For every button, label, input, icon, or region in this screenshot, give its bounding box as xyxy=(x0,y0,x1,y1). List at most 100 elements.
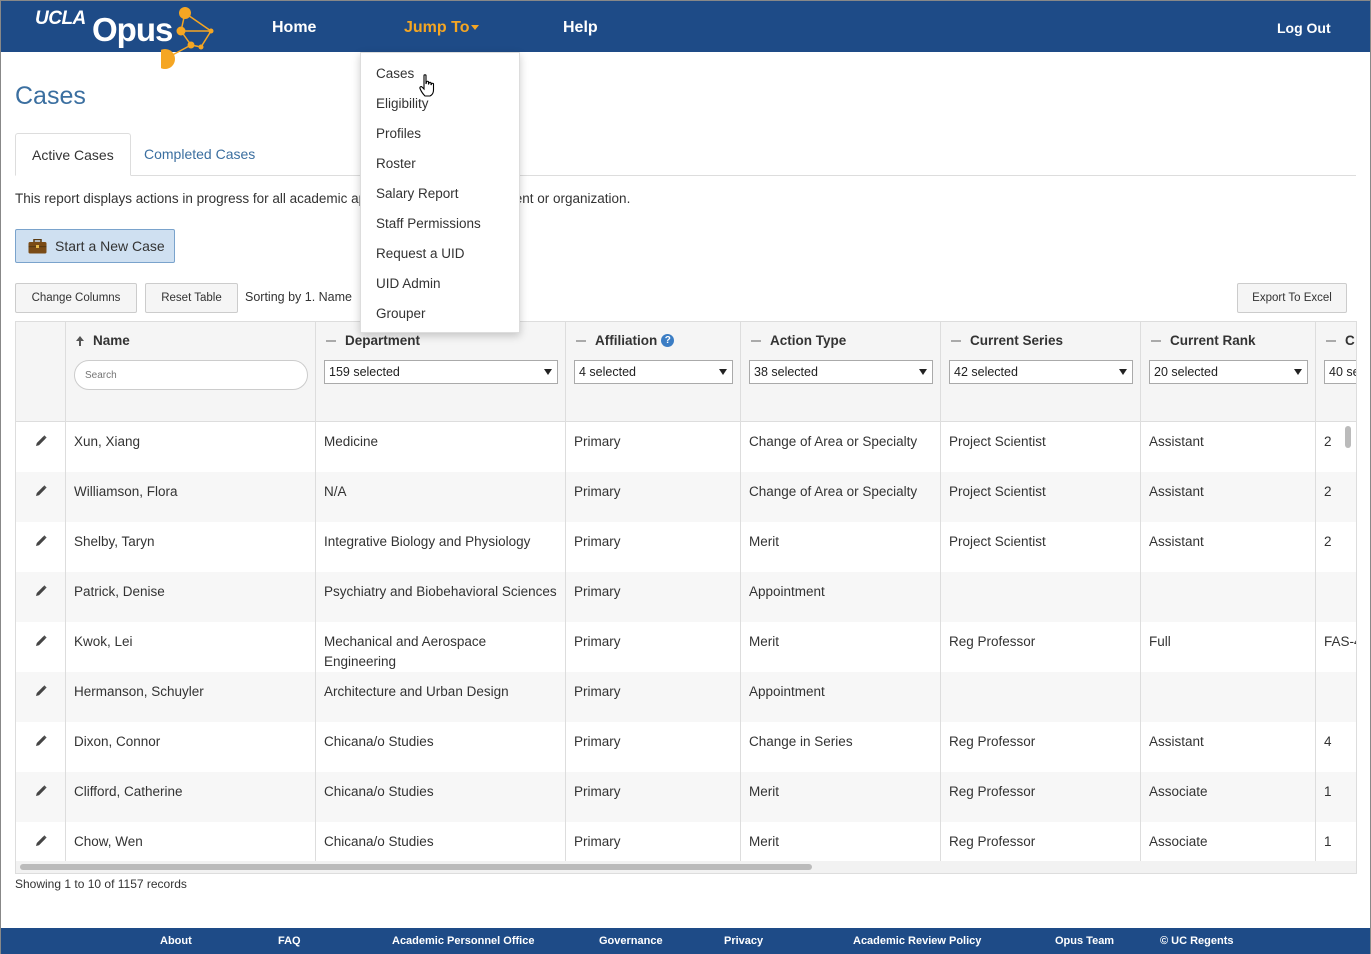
cell-action: Appointment xyxy=(741,672,941,722)
opus-logo[interactable]: UCLA Opus xyxy=(35,5,225,75)
column-header-partial[interactable]: C 40 se xyxy=(1316,322,1357,421)
edit-pencil-icon[interactable] xyxy=(16,722,66,772)
menu-item-roster[interactable]: Roster xyxy=(361,154,519,184)
menu-item-profiles[interactable]: Profiles xyxy=(361,124,519,154)
cell-name: Dixon, Connor xyxy=(66,722,316,772)
footer-link-privacy[interactable]: Privacy xyxy=(724,935,763,947)
cell-rank: Associate xyxy=(1141,772,1316,822)
cell-name: Xun, Xiang xyxy=(66,422,316,472)
cell-action: Change of Area or Specialty xyxy=(741,422,941,472)
current-rank-filter-select[interactable]: 20 selected xyxy=(1149,360,1308,384)
column-header-current-rank[interactable]: Current Rank 20 selected xyxy=(1141,322,1316,421)
table-row: Williamson, Flora N/A Primary Change of Are… xyxy=(16,472,1356,522)
cell-extra: 1 xyxy=(1324,784,1332,799)
menu-item-cases[interactable]: Cases xyxy=(361,64,519,94)
cell-action: Appointment xyxy=(741,572,941,622)
cell-rank: Assistant xyxy=(1141,522,1316,572)
cell-affiliation: Primary xyxy=(566,472,741,522)
cell-affiliation: Primary xyxy=(566,622,741,672)
export-to-excel-button[interactable]: Export To Excel xyxy=(1237,283,1347,313)
column-header-action-type[interactable]: Action Type 38 selected xyxy=(741,322,941,421)
edit-pencil-icon[interactable] xyxy=(16,622,66,672)
column-title-current-rank: Current Rank xyxy=(1170,333,1256,348)
nav-help[interactable]: Help xyxy=(563,19,598,37)
cell-series: Project Scientist xyxy=(941,422,1141,472)
edit-pencil-icon[interactable] xyxy=(16,472,66,522)
edit-pencil-icon[interactable] xyxy=(16,522,66,572)
cell-rank: Assistant xyxy=(1141,422,1316,472)
action-type-filter-select[interactable]: 38 selected xyxy=(749,360,933,384)
footer-link-opus-team[interactable]: Opus Team xyxy=(1055,935,1114,947)
horizontal-scrollbar[interactable] xyxy=(16,861,1356,873)
cell-name: Shelby, Taryn xyxy=(66,522,316,572)
cell-department: Integrative Biology and Physiology xyxy=(316,522,566,572)
horizontal-scrollbar-thumb[interactable] xyxy=(20,864,812,870)
cell-extra xyxy=(1316,572,1356,622)
menu-item-grouper[interactable]: Grouper xyxy=(361,304,519,334)
cell-department: Mechanical and Aerospace Engineering xyxy=(316,622,566,672)
briefcase-icon xyxy=(28,238,47,253)
edit-pencil-icon[interactable] xyxy=(16,422,66,472)
cell-rank: Assistant xyxy=(1141,722,1316,772)
nav-log-out[interactable]: Log Out xyxy=(1277,20,1331,36)
footer-link-faq[interactable]: FAQ xyxy=(278,935,301,947)
menu-item-eligibility[interactable]: Eligibility xyxy=(361,94,519,124)
help-icon[interactable]: ? xyxy=(661,334,675,347)
column-header-current-series[interactable]: Current Series 42 selected xyxy=(941,322,1141,421)
column-header-name[interactable]: Name xyxy=(66,322,316,421)
cell-extra: 4 xyxy=(1324,734,1332,749)
nav-home[interactable]: Home xyxy=(272,19,316,37)
case-tabs: Active Cases Completed Cases xyxy=(15,133,1356,176)
report-description: This report displays actions in progress… xyxy=(15,191,631,206)
molecule-logo-icon xyxy=(161,7,214,69)
cell-affiliation: Primary xyxy=(566,572,741,622)
footer: About FAQ Academic Personnel Office Gove… xyxy=(1,928,1370,954)
column-header-affiliation[interactable]: Affiliation? 4 selected xyxy=(566,322,741,421)
footer-link-governance[interactable]: Governance xyxy=(599,935,663,947)
sort-up-arrow-icon[interactable] xyxy=(76,335,84,346)
cell-rank xyxy=(1141,572,1316,622)
table-header: Name Department 159 selected Affiliation… xyxy=(16,322,1357,422)
footer-link-academic-personnel-office[interactable]: Academic Personnel Office xyxy=(392,935,534,947)
cell-extra: FAS-4 xyxy=(1324,634,1356,649)
change-columns-button[interactable]: Change Columns xyxy=(15,283,137,313)
menu-item-salary-report[interactable]: Salary Report xyxy=(361,184,519,214)
partial-filter-select[interactable]: 40 se xyxy=(1324,360,1357,384)
table-row: Hermanson, Schuyler Architecture and Urba… xyxy=(16,672,1356,722)
vertical-scrollbar[interactable] xyxy=(1345,426,1351,448)
menu-item-uid-admin[interactable]: UID Admin xyxy=(361,274,519,304)
tab-completed-cases[interactable]: Completed Cases xyxy=(128,133,271,176)
footer-link-about[interactable]: About xyxy=(160,935,192,947)
cell-name: Kwok, Lei xyxy=(66,622,316,672)
cell-series: Project Scientist xyxy=(941,522,1141,572)
menu-item-request-uid[interactable]: Request a UID xyxy=(361,244,519,274)
table-row: Kwok, Lei Mechanical and Aerospace Engine… xyxy=(16,622,1356,672)
dropdown-arrow-icon xyxy=(1119,369,1127,375)
edit-pencil-icon[interactable] xyxy=(16,772,66,822)
edit-pencil-icon[interactable] xyxy=(16,672,66,722)
current-rank-filter-value: 20 selected xyxy=(1154,365,1218,379)
tab-active-cases[interactable]: Active Cases xyxy=(15,133,131,176)
cell-name: Patrick, Denise xyxy=(66,572,316,622)
partial-filter-value: 40 se xyxy=(1329,365,1357,379)
cell-name: Hermanson, Schuyler xyxy=(66,672,316,722)
edit-pencil-icon[interactable] xyxy=(16,572,66,622)
cell-series xyxy=(941,672,1141,722)
menu-item-staff-permissions[interactable]: Staff Permissions xyxy=(361,214,519,244)
nav-jump-to[interactable]: Jump To xyxy=(404,19,480,37)
department-filter-select[interactable]: 159 selected xyxy=(324,360,558,384)
reset-table-button[interactable]: Reset Table xyxy=(145,283,238,313)
current-series-filter-select[interactable]: 42 selected xyxy=(949,360,1133,384)
column-header-department[interactable]: Department 159 selected xyxy=(316,322,566,421)
cases-table: Name Department 159 selected Affiliation… xyxy=(15,321,1357,874)
footer-link-academic-review-policy[interactable]: Academic Review Policy xyxy=(853,935,981,947)
cell-department: Medicine xyxy=(316,422,566,472)
top-navigation-bar: UCLA Opus Home Jump To Help Log Out xyxy=(1,1,1370,69)
cell-action: Merit xyxy=(741,622,941,672)
affiliation-filter-select[interactable]: 4 selected xyxy=(574,360,733,384)
cell-action: Merit xyxy=(741,522,941,572)
start-new-case-button[interactable]: Start a New Case xyxy=(15,229,175,263)
cell-affiliation: Primary xyxy=(566,422,741,472)
cell-affiliation: Primary xyxy=(566,522,741,572)
name-search-input[interactable] xyxy=(74,360,308,390)
